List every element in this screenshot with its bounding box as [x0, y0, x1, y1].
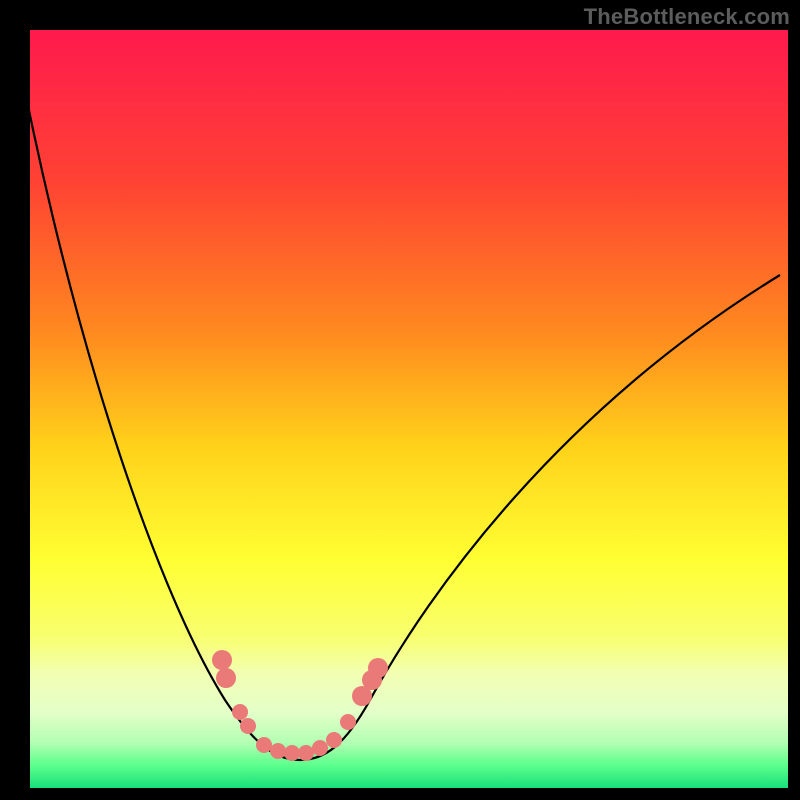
curve-marker — [284, 745, 300, 761]
curve-marker — [326, 732, 342, 748]
curve-marker — [240, 718, 256, 734]
curve-marker — [368, 658, 388, 678]
chart-container: TheBottleneck.com — [0, 0, 800, 800]
curve-marker — [232, 704, 248, 720]
curve-marker — [212, 650, 232, 670]
gradient-background — [30, 30, 788, 788]
curve-marker — [256, 737, 272, 753]
curve-marker — [312, 740, 328, 756]
curve-marker — [340, 714, 356, 730]
watermark-label: TheBottleneck.com — [584, 4, 790, 30]
curve-marker — [216, 668, 236, 688]
curve-marker — [298, 745, 314, 761]
curve-marker — [270, 743, 286, 759]
bottleneck-chart — [0, 0, 800, 800]
